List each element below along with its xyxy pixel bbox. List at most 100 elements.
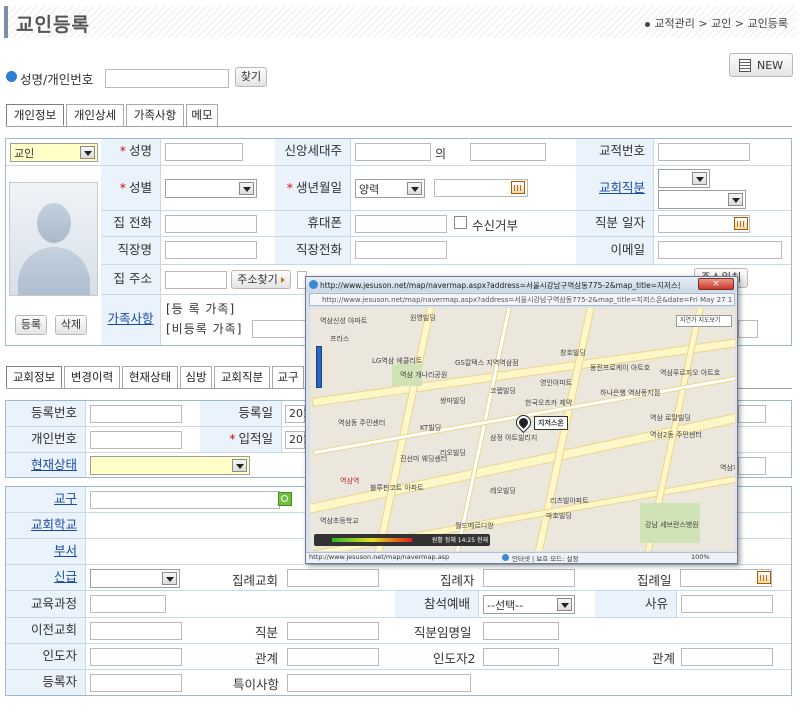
map-type-badge[interactable]: 지연가 지도보기 (676, 315, 732, 327)
email-input[interactable] (658, 241, 782, 259)
document-icon (738, 59, 751, 72)
address-search-button[interactable]: 주소찾기 (231, 270, 291, 289)
family-link[interactable]: 가족사항 (107, 311, 153, 326)
tab-change-history[interactable]: 변경이력 (64, 366, 120, 388)
reject-checkbox[interactable] (454, 216, 467, 229)
baptism-church-input[interactable] (287, 569, 379, 587)
right-field-1[interactable] (738, 405, 766, 423)
position-select-1[interactable] (658, 169, 710, 188)
reg-no-label: 등록번호 (6, 401, 86, 426)
map-popup-window[interactable]: http://www.jesuson.net/map/navermap.aspx… (305, 276, 738, 564)
tab-memo[interactable]: 메모 (186, 104, 218, 126)
worship-select[interactable]: --선택-- (483, 595, 575, 614)
sinup-link[interactable]: 신급 (54, 569, 77, 584)
course-input[interactable] (90, 595, 166, 613)
officiant-input[interactable] (483, 569, 575, 587)
calendar-icon[interactable] (734, 217, 748, 230)
workplace-input[interactable] (165, 241, 257, 259)
reason-input[interactable] (681, 595, 773, 613)
close-icon[interactable]: × (698, 278, 734, 290)
map-label: 역삼초등학교 (320, 517, 359, 525)
address-bar-text: http://www.jesuson.net/map/navermap.aspx… (322, 296, 732, 304)
status-url: http://www.jesuson.net/map/navermap.asp (309, 553, 450, 561)
personal-no-input[interactable] (90, 431, 182, 449)
school-link[interactable]: 교회학교 (31, 517, 77, 532)
tab-family[interactable]: 가족사항 (126, 104, 184, 126)
sinup-label: 신급 (6, 565, 86, 590)
calendar-icon[interactable] (757, 571, 771, 584)
search-button[interactable]: 찾기 (235, 67, 267, 87)
gender-select[interactable] (165, 179, 257, 198)
gyojeok-no-input[interactable] (658, 143, 750, 161)
appoint-label: 직분임명일 (414, 625, 472, 640)
search-input[interactable] (105, 69, 229, 88)
member-type-select[interactable]: 교인 (10, 143, 98, 162)
status-select[interactable] (90, 456, 250, 475)
birth-label: * 생년월일 (275, 166, 351, 210)
relation-input[interactable] (287, 648, 379, 666)
relation2-input[interactable] (681, 648, 773, 666)
tab-current-status[interactable]: 현재상태 (122, 366, 178, 388)
reg-date-input[interactable]: 201 (285, 405, 310, 423)
sinup-select[interactable] (90, 569, 180, 588)
chevron-down-icon (232, 459, 247, 472)
right-field-2[interactable] (738, 457, 766, 475)
calendar-icon[interactable] (511, 181, 525, 194)
unregistered-family-input[interactable] (252, 320, 312, 338)
tab-personal-info[interactable]: 개인정보 (6, 104, 64, 126)
prev-church-label: 이전교회 (6, 618, 86, 643)
globe-icon (502, 554, 509, 561)
status-link[interactable]: 현재상태 (31, 457, 77, 472)
baptism-church-label: 집례교회 (232, 573, 279, 588)
tab-gyogu[interactable]: 교구 (272, 366, 304, 388)
gender-label: * 성별 (101, 166, 161, 210)
popup-url-title: http://www.jesuson.net/map/navermap.aspx… (320, 281, 680, 290)
registrant-input[interactable] (90, 674, 182, 692)
calendar-type-select[interactable]: 양력 (355, 179, 425, 198)
church-position-link[interactable]: 교회직분 (599, 180, 645, 195)
search-icon[interactable] (278, 492, 292, 506)
sinyang-relation-input[interactable] (470, 143, 546, 161)
row-line (6, 617, 791, 618)
gyogu-link[interactable]: 교구 (54, 491, 77, 506)
zoom-level[interactable]: 100% (691, 553, 710, 561)
mobile-input[interactable] (355, 215, 447, 233)
map-label: 창호빌딩 (560, 349, 586, 357)
entry-date-input[interactable]: 201 (285, 431, 310, 449)
delete-photo-button[interactable]: 삭제 (55, 315, 87, 335)
tab-church-info[interactable]: 교회정보 (6, 366, 62, 388)
tab-divider (6, 126, 792, 127)
tab-church-position[interactable]: 교회직분 (214, 366, 270, 388)
sinyang-input[interactable] (355, 143, 431, 161)
guide-label: 인도자 (6, 644, 86, 669)
home-phone-label: 집 전화 (101, 211, 161, 236)
reg-no-input[interactable] (90, 405, 182, 423)
new-button[interactable]: NEW (729, 53, 793, 77)
map-label: 역삼자이 (720, 464, 735, 472)
map-label: 하나은행 역삼동지점 (600, 389, 661, 397)
school-label: 교회학교 (6, 513, 86, 538)
browser-icon (309, 280, 318, 289)
guide2-input[interactable] (483, 648, 559, 666)
special-input[interactable] (287, 674, 471, 692)
appoint-input[interactable] (483, 622, 559, 640)
zipcode-input[interactable] (165, 271, 227, 289)
gyogu-input[interactable] (90, 491, 280, 509)
zoom-slider[interactable] (316, 346, 322, 388)
tab-visit[interactable]: 심방 (180, 366, 212, 388)
prev-church-input[interactable] (90, 622, 182, 640)
guide-input[interactable] (90, 648, 182, 666)
position-input[interactable] (287, 622, 379, 640)
map-label: 월드메르디앙 (455, 522, 494, 530)
dept-link[interactable]: 부서 (54, 543, 77, 558)
home-phone-input[interactable] (165, 215, 257, 233)
register-photo-button[interactable]: 등록 (15, 315, 47, 335)
tab-personal-detail[interactable]: 개인상세 (66, 104, 124, 126)
map-label: 쌍마빌딩 (440, 397, 466, 405)
work-phone-input[interactable] (355, 241, 447, 259)
map-canvas[interactable]: 프라스 LG역삼 에클리트 GS칼텍스 지역역삼점 역삼 개나리공원 창호빌딩 … (310, 308, 735, 551)
chevron-down-icon (557, 598, 572, 611)
name-input[interactable] (165, 143, 243, 161)
family-extra-input[interactable] (738, 320, 758, 338)
position-select-2[interactable] (658, 190, 746, 209)
